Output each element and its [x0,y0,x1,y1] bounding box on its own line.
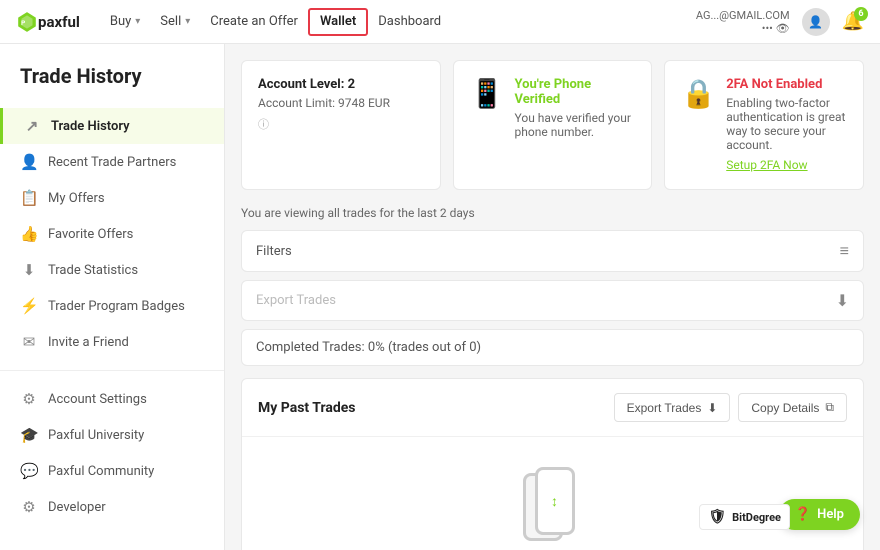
logo[interactable]: P paxful [16,11,80,33]
past-trades-header: My Past Trades Export Trades ⬇ Copy Deta… [242,379,863,437]
export-bar: Export Trades ⬇ [241,280,864,321]
account-limit: Account Limit: 9748 EUR [258,96,424,110]
account-level-card: Account Level: 2 Account Limit: 9748 EUR… [241,60,441,190]
nav-dashboard[interactable]: Dashboard [368,0,451,44]
completed-trades-text: Completed Trades: 0% (trades out of 0) [256,340,481,355]
sidebar: Trade History ↗ Trade History 👤 Recent T… [0,44,225,550]
bitdegree-badge[interactable]: 🛡 BitDegree [699,504,790,530]
nav-wallet[interactable]: Wallet [308,8,368,36]
account-help-icon[interactable]: ⓘ [258,118,269,131]
twofa-icon: 🔒 [681,77,716,110]
viewing-notice: You are viewing all trades for the last … [241,206,864,220]
badges-icon: ⚡ [20,297,38,315]
help-button[interactable]: ❓ Help [779,499,860,530]
sidebar-item-trade-history[interactable]: ↗ Trade History [0,108,224,144]
sidebar-item-my-offers[interactable]: 📋 My Offers [0,180,224,216]
sidebar-item-developer[interactable]: ⚙ Developer [0,489,224,525]
empty-state: ↕ You haven't traded yet. [242,437,863,550]
sidebar-item-invite[interactable]: ✉ Invite a Friend [0,324,224,360]
phone-verified-icon: 📱 [470,77,505,110]
bitdegree-label: BitDegree [732,511,781,524]
sidebar-item-university[interactable]: 🎓 Paxful University [0,417,224,453]
nav-bell[interactable]: 🔔 6 [842,11,864,32]
statistics-icon: ⬇ [20,261,38,279]
sidebar-title: Trade History [0,64,224,108]
info-cards: Account Level: 2 Account Limit: 9748 EUR… [241,60,864,190]
sell-chevron-icon: ▾ [185,16,190,27]
paxful-logo-icon: P [16,11,38,33]
invite-icon: ✉ [20,333,38,351]
copy-details-btn-icon: ⧉ [825,400,834,415]
empty-phone-mockup: ↕ [523,467,583,547]
sidebar-item-trader-badges[interactable]: ⚡ Trader Program Badges [0,288,224,324]
trade-history-icon: ↗ [23,117,41,135]
export-download-icon[interactable]: ⬇ [836,291,849,310]
nav-user-info: AG...@GMAIL.COM ••• 👁 [696,9,790,35]
sidebar-item-account-settings[interactable]: ⚙ Account Settings [0,381,224,417]
sidebar-item-trade-statistics[interactable]: ⬇ Trade Statistics [0,252,224,288]
nav-right: AG...@GMAIL.COM ••• 👁 👤 🔔 6 [696,8,864,36]
phone-verified-status: You're Phone Verified [515,77,636,107]
past-trades-actions: Export Trades ⬇ Copy Details ⧉ [614,393,847,422]
sidebar-item-community[interactable]: 💬 Paxful Community [0,453,224,489]
layout: Trade History ↗ Trade History 👤 Recent T… [0,44,880,550]
nav-sell[interactable]: Sell ▾ [150,0,200,44]
community-icon: 💬 [20,462,38,480]
help-label: Help [817,507,844,522]
developer-icon: ⚙ [20,498,38,516]
copy-details-button[interactable]: Copy Details ⧉ [738,393,847,422]
sidebar-item-recent-partners[interactable]: 👤 Recent Trade Partners [0,144,224,180]
nav-user-dots: ••• 👁 [762,22,790,35]
twofa-message: Enabling two-factor authentication is gr… [726,96,847,152]
sidebar-divider [0,370,224,371]
twofa-card: 🔒 2FA Not Enabled Enabling two-factor au… [664,60,864,190]
export-trades-btn-icon: ⬇ [707,401,717,415]
completed-trades-bar: Completed Trades: 0% (trades out of 0) [241,329,864,366]
bitdegree-icon: 🛡 [708,509,726,525]
filters-label: Filters [256,244,292,259]
offers-icon: 📋 [20,189,38,207]
nav-user-email: AG...@GMAIL.COM [696,9,790,22]
export-label: Export Trades [256,293,336,308]
phone-verified-message: You have verified your phone number. [515,111,636,139]
filter-bar: Filters ≡ [241,230,864,272]
twofa-title: 2FA Not Enabled [726,77,847,92]
sidebar-item-favorite-offers[interactable]: 👍 Favorite Offers [0,216,224,252]
account-level-title: Account Level: 2 [258,77,424,92]
logo-text: paxful [38,13,80,31]
partners-icon: 👤 [20,153,38,171]
export-trades-button[interactable]: Export Trades ⬇ [614,393,731,422]
buy-chevron-icon: ▾ [135,16,140,27]
university-icon: 🎓 [20,426,38,444]
nav-buy[interactable]: Buy ▾ [100,0,150,44]
help-icon: ❓ [795,507,811,522]
copy-details-btn-label: Copy Details [751,401,819,415]
navbar: P paxful Buy ▾ Sell ▾ Create an Offer Wa… [0,0,880,44]
twofa-setup-link[interactable]: Setup 2FA Now [726,158,807,172]
nav-avatar[interactable]: 👤 [802,8,830,36]
phone-verified-card: 📱 You're Phone Verified You have verifie… [453,60,653,190]
past-trades-title: My Past Trades [258,400,356,416]
export-trades-btn-label: Export Trades [627,401,702,415]
main-content: Account Level: 2 Account Limit: 9748 EUR… [225,44,880,550]
settings-icon: ⚙ [20,390,38,408]
notification-badge: 6 [854,7,868,21]
filter-icon[interactable]: ≡ [840,241,849,261]
nav-create-offer[interactable]: Create an Offer [200,0,308,44]
svg-text:P: P [21,18,25,26]
favorites-icon: 👍 [20,225,38,243]
